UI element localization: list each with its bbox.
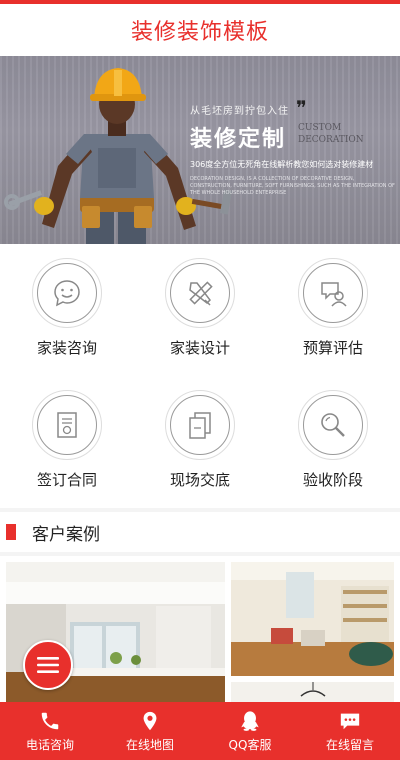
- nav-qq[interactable]: QQ客服: [200, 702, 300, 760]
- magnifier-icon: [321, 413, 345, 437]
- service-design[interactable]: 家装设计: [133, 258, 267, 358]
- banner-fine-print: DECORATION DESIGN, IS A COLLECTION OF DE…: [190, 176, 395, 196]
- service-icon-ring: [165, 258, 235, 328]
- nav-label: 在线留言: [325, 737, 374, 752]
- cases-section-header: 客户案例: [0, 512, 400, 552]
- service-acceptance[interactable]: 验收阶段: [266, 390, 400, 490]
- hamburger-icon: [37, 657, 59, 673]
- nav-phone[interactable]: 电话咨询: [0, 702, 100, 760]
- service-budget[interactable]: 预算评估: [266, 258, 400, 358]
- banner-english-title: CUSTOM DECORATION: [298, 122, 364, 146]
- qq-icon: [241, 710, 259, 731]
- service-label: 验收阶段: [302, 471, 363, 489]
- banner-english-line2: DECORATION: [298, 135, 364, 145]
- living-room-photo: [231, 562, 394, 676]
- service-consult[interactable]: 家装咨询: [0, 258, 134, 358]
- nav-label: QQ客服: [228, 737, 272, 752]
- service-label: 家装咨询: [36, 339, 97, 357]
- hero-banner[interactable]: 从毛坯房到拧包入住 ❞ 装修定制 CUSTOM DECORATION 306度全…: [0, 56, 400, 244]
- service-icon-ring: [32, 258, 102, 328]
- banner-headline: 装修定制: [190, 127, 287, 152]
- cases-title: 客户案例: [32, 524, 100, 545]
- case-image-living-room[interactable]: [231, 562, 394, 676]
- header: 装修装饰模板: [0, 4, 400, 56]
- contract-icon: [57, 412, 77, 438]
- documents-icon: [189, 412, 211, 439]
- message-icon: [340, 713, 360, 729]
- bottom-nav: 电话咨询 在线地图 QQ客服 在线留言: [0, 702, 400, 760]
- chat-icon: [54, 280, 80, 307]
- phone-icon: [41, 712, 59, 729]
- budget-icon: [321, 282, 347, 307]
- service-icon-ring: [32, 390, 102, 460]
- menu-button[interactable]: [23, 640, 73, 690]
- service-icon-inner: [303, 263, 363, 323]
- banner-tagline: 从毛坯房到拧包入住: [190, 106, 289, 117]
- service-icon-ring: [298, 390, 368, 460]
- service-label: 家装设计: [169, 339, 230, 357]
- page-title: 装修装饰模板: [130, 20, 269, 45]
- banner-english-line1: CUSTOM: [298, 123, 342, 133]
- service-icon-inner: [170, 395, 230, 455]
- service-label: 现场交底: [169, 471, 230, 489]
- map-pin-icon: [143, 711, 157, 730]
- section-accent-bar: [6, 524, 16, 540]
- quote-icon: ❞: [296, 96, 307, 120]
- nav-label: 电话咨询: [25, 737, 74, 752]
- service-label: 签订合同: [36, 471, 97, 489]
- service-icon-inner: [170, 263, 230, 323]
- service-icon-inner: [37, 395, 97, 455]
- design-tools-icon: [189, 281, 213, 306]
- service-label: 预算评估: [302, 339, 363, 357]
- service-handover[interactable]: 现场交底: [133, 390, 267, 490]
- service-icon-ring: [165, 390, 235, 460]
- service-icon-ring: [298, 258, 368, 328]
- service-icon-inner: [37, 263, 97, 323]
- banner-text: 从毛坯房到拧包入住 ❞ 装修定制 CUSTOM DECORATION 306度全…: [190, 96, 395, 197]
- banner-description: 306度全方位无死角在线解析教您如何选对装修建材: [190, 160, 374, 169]
- nav-label: 在线地图: [125, 737, 174, 752]
- service-icon-inner: [303, 395, 363, 455]
- service-contract[interactable]: 签订合同: [0, 390, 134, 490]
- nav-message[interactable]: 在线留言: [300, 702, 400, 760]
- nav-map[interactable]: 在线地图: [100, 702, 200, 760]
